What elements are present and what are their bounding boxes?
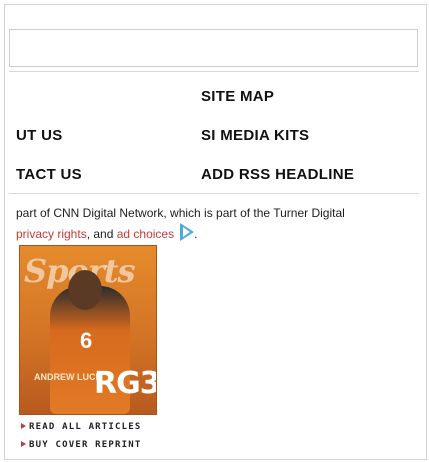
- buy-cover-reprint-label: BUY COVER REPRINT: [29, 440, 142, 450]
- legal-line-2: privacy rights, and ad choices.: [16, 223, 411, 244]
- buy-cover-reprint-link[interactable]: BUY COVER REPRINT: [21, 436, 142, 454]
- contact-us-label: TACT US: [16, 166, 82, 183]
- ad-choices-link[interactable]: ad choices: [117, 227, 174, 241]
- divider: [9, 193, 419, 194]
- cover-jersey-number: 6: [80, 328, 93, 353]
- si-media-kits-link[interactable]: SI MEDIA KITS: [201, 127, 309, 144]
- site-map-link[interactable]: SITE MAP: [201, 88, 274, 105]
- privacy-rights-link[interactable]: privacy rights: [16, 227, 87, 241]
- legal-text: part of CNN Digital Network, which is pa…: [16, 203, 411, 244]
- divider: [9, 71, 419, 72]
- cover-links: READ ALL ARTICLES BUY COVER REPRINT: [21, 418, 142, 454]
- cover-headline: RG3: [94, 366, 157, 401]
- contact-us-link[interactable]: TACT US: [16, 166, 96, 186]
- about-us-label: UT US: [16, 127, 63, 144]
- magazine-cover-image[interactable]: Sports 6 ANDREW LUCK RG3: [19, 245, 157, 415]
- legal-and-text: , and: [86, 227, 117, 241]
- legal-end-text: .: [194, 227, 198, 241]
- triangle-bullet-icon: [21, 441, 26, 447]
- adchoices-icon[interactable]: [180, 223, 195, 241]
- search-input[interactable]: [9, 29, 418, 67]
- about-us-link[interactable]: UT US: [16, 127, 76, 147]
- cover-subhead: ANDREW LUCK: [34, 372, 102, 382]
- legal-line-1: part of CNN Digital Network, which is pa…: [16, 206, 345, 220]
- add-rss-headline-link[interactable]: ADD RSS HEADLINE: [201, 166, 354, 183]
- read-all-articles-label: READ ALL ARTICLES: [29, 422, 142, 432]
- read-all-articles-link[interactable]: READ ALL ARTICLES: [21, 418, 142, 436]
- triangle-bullet-icon: [21, 423, 26, 429]
- cover-player-head: [68, 270, 102, 310]
